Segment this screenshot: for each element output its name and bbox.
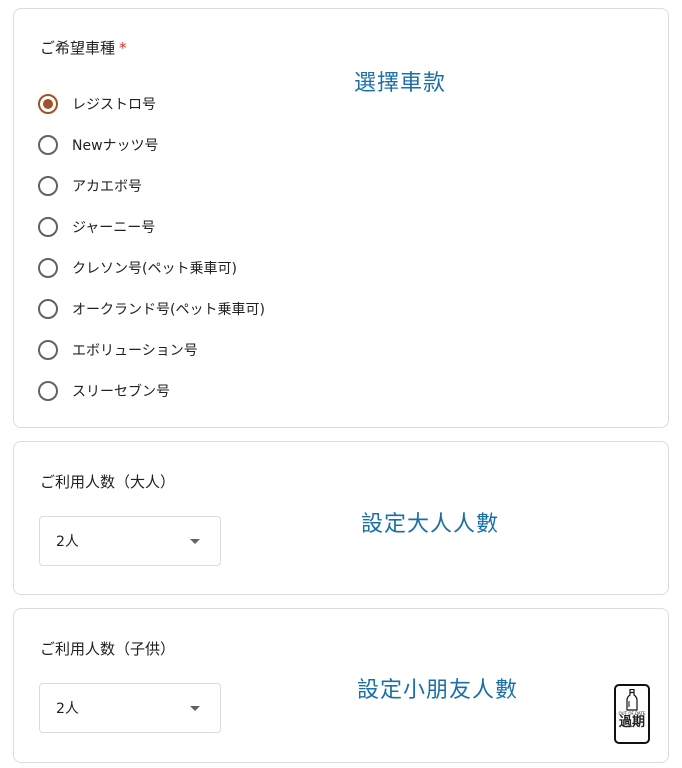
children-question-card: ご利用人数（子供） 設定小朋友人數 2人 — [13, 608, 669, 763]
radio-button[interactable] — [38, 216, 58, 237]
vehicle-option-new-nuts[interactable]: Newナッツ号 — [38, 124, 265, 165]
radio-button[interactable] — [38, 380, 58, 401]
children-count-value: 2人 — [56, 701, 79, 717]
vehicle-option-label: クレソン号(ペット乗車可) — [72, 260, 237, 277]
vehicle-question-card: ご希望車種 * 選擇車款 レジストロ号 Newナッツ号 アカエボ号 ジャーニー号 … — [13, 8, 669, 428]
stamp-big-text: 過期 — [618, 715, 645, 730]
adults-question-card: ご利用人数（大人） 設定大人人數 2人 — [13, 441, 669, 595]
vehicle-option-label: エボリューション号 — [72, 342, 198, 359]
vehicle-option-label: スリーセブン号 — [72, 383, 170, 400]
radio-button-checked[interactable] — [38, 93, 58, 114]
vehicle-option-three-seven[interactable]: スリーセブン号 — [38, 370, 265, 411]
radio-button[interactable] — [38, 257, 58, 278]
radio-button[interactable] — [38, 175, 58, 196]
vehicle-option-akaebo[interactable]: アカエボ号 — [38, 165, 265, 206]
radio-button[interactable] — [38, 134, 58, 155]
adults-question-title: ご利用人数（大人） — [40, 473, 176, 491]
vehicle-option-label: アカエボ号 — [72, 178, 142, 195]
adults-annotation: 設定大人人數 — [361, 512, 500, 537]
bottle-icon — [626, 689, 638, 711]
adults-count-value: 2人 — [56, 534, 79, 550]
vehicle-question-label: ご希望車種 — [40, 39, 116, 57]
radio-button[interactable] — [38, 298, 58, 319]
required-mark: * — [119, 39, 127, 57]
vehicle-option-label: レジストロ号 — [72, 96, 156, 113]
children-count-dropdown[interactable]: 2人 — [39, 683, 221, 733]
adults-count-dropdown[interactable]: 2人 — [39, 516, 221, 566]
vehicle-annotation: 選擇車款 — [354, 71, 447, 96]
children-question-title: ご利用人数（子供） — [40, 640, 176, 658]
vehicle-option-evolution[interactable]: エボリューション号 — [38, 329, 265, 370]
dropdown-arrow-icon — [190, 538, 200, 544]
vehicle-question-title: ご希望車種 * — [40, 37, 127, 58]
vehicle-option-registro[interactable]: レジストロ号 — [38, 83, 265, 124]
vehicle-option-journey[interactable]: ジャーニー号 — [38, 206, 265, 247]
out-of-date-stamp: OUT OF DATE 過期 — [614, 684, 650, 744]
radio-button[interactable] — [38, 339, 58, 360]
radio-dot — [43, 98, 53, 109]
dropdown-arrow-icon — [190, 705, 200, 711]
children-annotation: 設定小朋友人數 — [357, 678, 519, 703]
vehicle-radio-group: レジストロ号 Newナッツ号 アカエボ号 ジャーニー号 クレソン号(ペット乗車可… — [38, 83, 265, 411]
vehicle-option-label: オークランド号(ペット乗車可) — [72, 301, 265, 318]
vehicle-option-cresson[interactable]: クレソン号(ペット乗車可) — [38, 247, 265, 288]
vehicle-option-label: Newナッツ号 — [72, 137, 159, 154]
vehicle-option-auckland[interactable]: オークランド号(ペット乗車可) — [38, 288, 265, 329]
vehicle-option-label: ジャーニー号 — [72, 219, 156, 236]
